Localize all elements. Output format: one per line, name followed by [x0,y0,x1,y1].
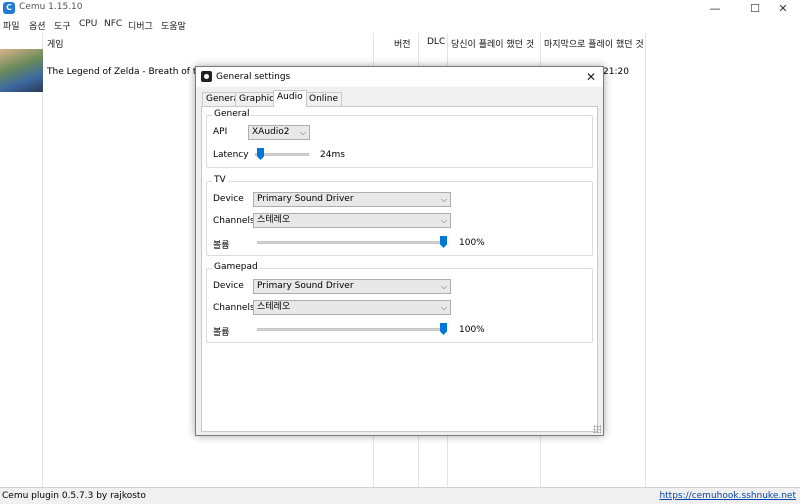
cemuhook-link[interactable]: https://cemuhook.sshnuke.net [659,491,796,501]
column-header-played[interactable]: 당신이 플레이 했던 것 [451,37,534,50]
general-group: General API XAudio2 ⌵ Latency 24ms [206,109,593,168]
chevron-down-icon: ⌵ [440,282,447,291]
gamepad-volume-slider-thumb[interactable] [440,323,447,335]
settings-gear-icon [201,71,212,82]
gamepad-device-label: Device [213,281,244,291]
tv-channels-value: 스테레오 [257,215,291,225]
api-value: XAudio2 [252,127,290,137]
general-group-title: General [212,109,252,119]
tv-device-label: Device [213,194,244,204]
gamepad-group-title: Gamepad [212,262,260,272]
latency-value: 24ms [320,150,345,160]
tv-group-title: TV [212,175,228,185]
tv-device-value: Primary Sound Driver [257,194,354,204]
column-header-dlc[interactable]: DLC [427,37,445,47]
gamepad-volume-value: 100% [459,325,485,335]
tv-channels-label: Channels [213,216,255,226]
api-dropdown[interactable]: XAudio2 ⌵ [248,125,310,140]
column-header-game[interactable]: 게임 [47,37,64,50]
gamepad-volume-slider-track[interactable] [257,328,443,331]
menu-tools[interactable]: 도구 [54,19,71,32]
tab-online[interactable]: Online [305,92,343,106]
chevron-down-icon: ⌵ [440,303,447,312]
gamepad-device-value: Primary Sound Driver [257,281,354,291]
tv-volume-label: 볼륨 [213,241,230,251]
gamepad-group: Gamepad Device Primary Sound Driver ⌵ Ch… [206,262,593,343]
gamepad-volume-label: 볼륨 [213,328,230,338]
chevron-down-icon: ⌵ [299,128,306,137]
game-thumbnail[interactable] [0,49,43,92]
api-label: API [213,127,228,137]
tv-volume-value: 100% [459,238,485,248]
latency-label: Latency [213,150,249,160]
cemu-app-icon: C [3,2,15,14]
window-title: Cemu 1.15.10 [19,2,83,12]
latency-slider-thumb[interactable] [257,148,264,160]
close-button[interactable]: ✕ [766,0,800,17]
menu-debug[interactable]: 디버그 [128,19,153,32]
gamepad-channels-dropdown[interactable]: 스테레오 ⌵ [253,300,451,315]
column-divider [42,33,43,487]
menu-cpu[interactable]: CPU [79,19,97,29]
tv-volume-slider-track[interactable] [257,241,443,244]
status-bar: Cemu plugin 0.5.7.3 by rajkosto https://… [0,487,800,504]
resize-grip[interactable] [593,425,601,433]
tv-channels-dropdown[interactable]: 스테레오 ⌵ [253,213,451,228]
chevron-down-icon: ⌵ [440,195,447,204]
tab-audio[interactable]: Audio [273,90,307,107]
tv-volume-slider-thumb[interactable] [440,236,447,248]
menu-file[interactable]: 파일 [3,19,20,32]
gamepad-channels-value: 스테레오 [257,302,291,312]
chevron-down-icon: ⌵ [440,216,447,225]
audio-tab-panel: General API XAudio2 ⌵ Latency 24ms TV De… [201,106,598,432]
column-divider [645,33,646,487]
tv-group: TV Device Primary Sound Driver ⌵ Channel… [206,175,593,256]
plugin-status: Cemu plugin 0.5.7.3 by rajkosto [2,491,146,501]
column-header-version[interactable]: 버전 [394,37,411,50]
menu-options[interactable]: 옵션 [29,19,46,32]
dialog-close-button[interactable]: ✕ [583,69,599,85]
menu-help[interactable]: 도움말 [161,19,186,32]
tv-device-dropdown[interactable]: Primary Sound Driver ⌵ [253,192,451,207]
menu-bar: 파일 옵션 도구 CPU NFC 디버그 도움말 [0,17,800,33]
menu-nfc[interactable]: NFC [104,19,122,29]
column-header-last-played[interactable]: 마지막으로 플레이 했던 것 [544,37,644,50]
minimize-button[interactable]: — [698,0,732,17]
game-last-played: 21:20 [603,67,629,77]
title-bar: C Cemu 1.15.10 — ☐ ✕ [0,0,800,17]
dialog-title: General settings [216,72,291,82]
gamepad-channels-label: Channels [213,303,255,313]
dialog-title-bar: General settings ✕ [196,67,603,87]
general-settings-dialog: General settings ✕ General Graphics Audi… [195,66,604,436]
gamepad-device-dropdown[interactable]: Primary Sound Driver ⌵ [253,279,451,294]
